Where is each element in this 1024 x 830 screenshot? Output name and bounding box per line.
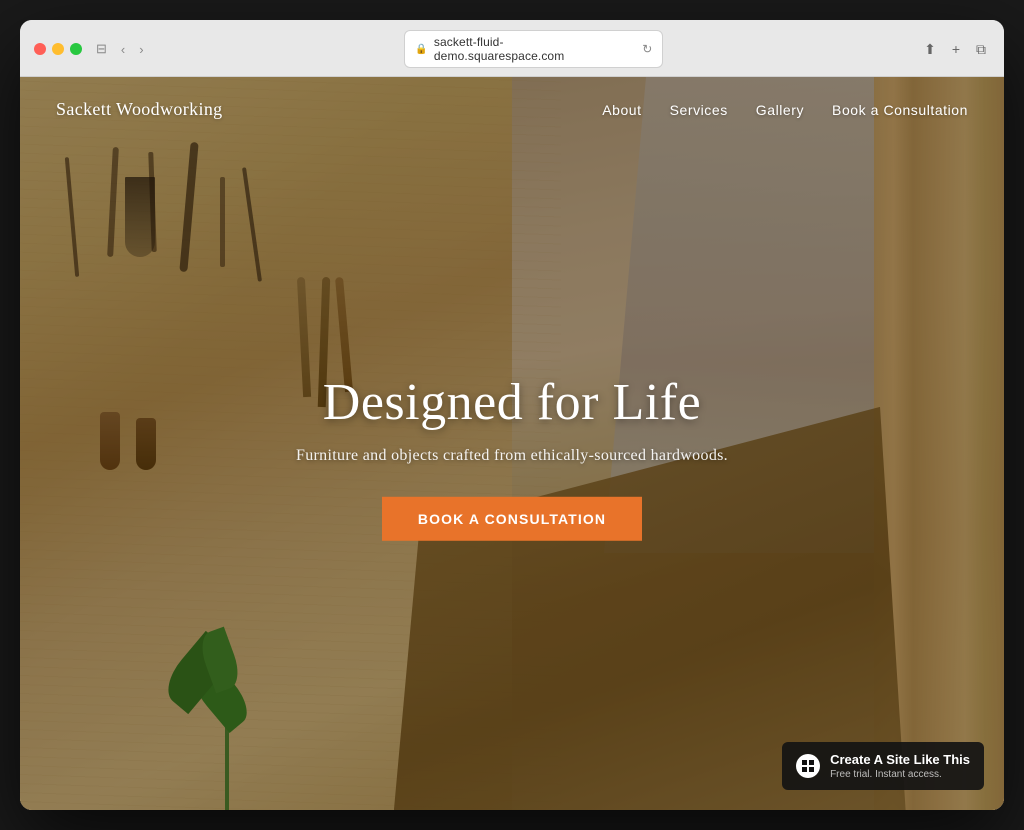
badge-main-text: Create A Site Like This [830, 752, 970, 769]
hero-cta-button[interactable]: Book a Consultation [382, 496, 642, 540]
tabs-button[interactable]: ⧉ [972, 39, 990, 60]
nav-book[interactable]: Book a Consultation [832, 102, 968, 118]
close-button[interactable] [34, 43, 46, 55]
traffic-lights [34, 43, 82, 55]
minimize-button[interactable] [52, 43, 64, 55]
url-text: sackett-fluid-demo.squarespace.com [434, 35, 632, 63]
hero-content: Designed for Life Furniture and objects … [212, 373, 812, 540]
squarespace-icon [796, 754, 820, 778]
nav-gallery[interactable]: Gallery [756, 102, 804, 118]
browser-controls: ⊟ ‹ › [92, 39, 148, 59]
badge-sub-text: Free trial. Instant access. [830, 769, 970, 780]
share-button[interactable]: ⬆ [920, 39, 940, 60]
hero-subtitle: Furniture and objects crafted from ethic… [212, 446, 812, 464]
squarespace-badge[interactable]: Create A Site Like This Free trial. Inst… [782, 742, 984, 790]
back-button[interactable]: ‹ [117, 40, 129, 59]
lock-icon: 🔒 [415, 44, 427, 55]
hero-title: Designed for Life [212, 373, 812, 430]
maximize-button[interactable] [70, 43, 82, 55]
browser-window: ⊟ ‹ › 🔒 sackett-fluid-demo.squarespace.c… [20, 20, 1004, 810]
site-logo[interactable]: Sackett Woodworking [56, 99, 223, 120]
nav-services[interactable]: Services [670, 102, 728, 118]
nav-links: About Services Gallery Book a Consultati… [602, 102, 968, 118]
new-tab-button[interactable]: + [948, 39, 964, 59]
browser-chrome: ⊟ ‹ › 🔒 sackett-fluid-demo.squarespace.c… [20, 20, 1004, 77]
site-navigation: Sackett Woodworking About Services Galle… [20, 77, 1004, 142]
address-bar[interactable]: 🔒 sackett-fluid-demo.squarespace.com ↻ [404, 30, 663, 68]
nav-about[interactable]: About [602, 102, 641, 118]
website-content: Sackett Woodworking About Services Galle… [20, 77, 1004, 810]
forward-button[interactable]: › [135, 40, 147, 59]
badge-text: Create A Site Like This Free trial. Inst… [830, 752, 970, 780]
plant [197, 630, 257, 810]
sidebar-toggle-button[interactable]: ⊟ [92, 39, 111, 59]
reload-icon[interactable]: ↻ [642, 42, 652, 56]
browser-actions: ⬆ + ⧉ [920, 39, 990, 60]
